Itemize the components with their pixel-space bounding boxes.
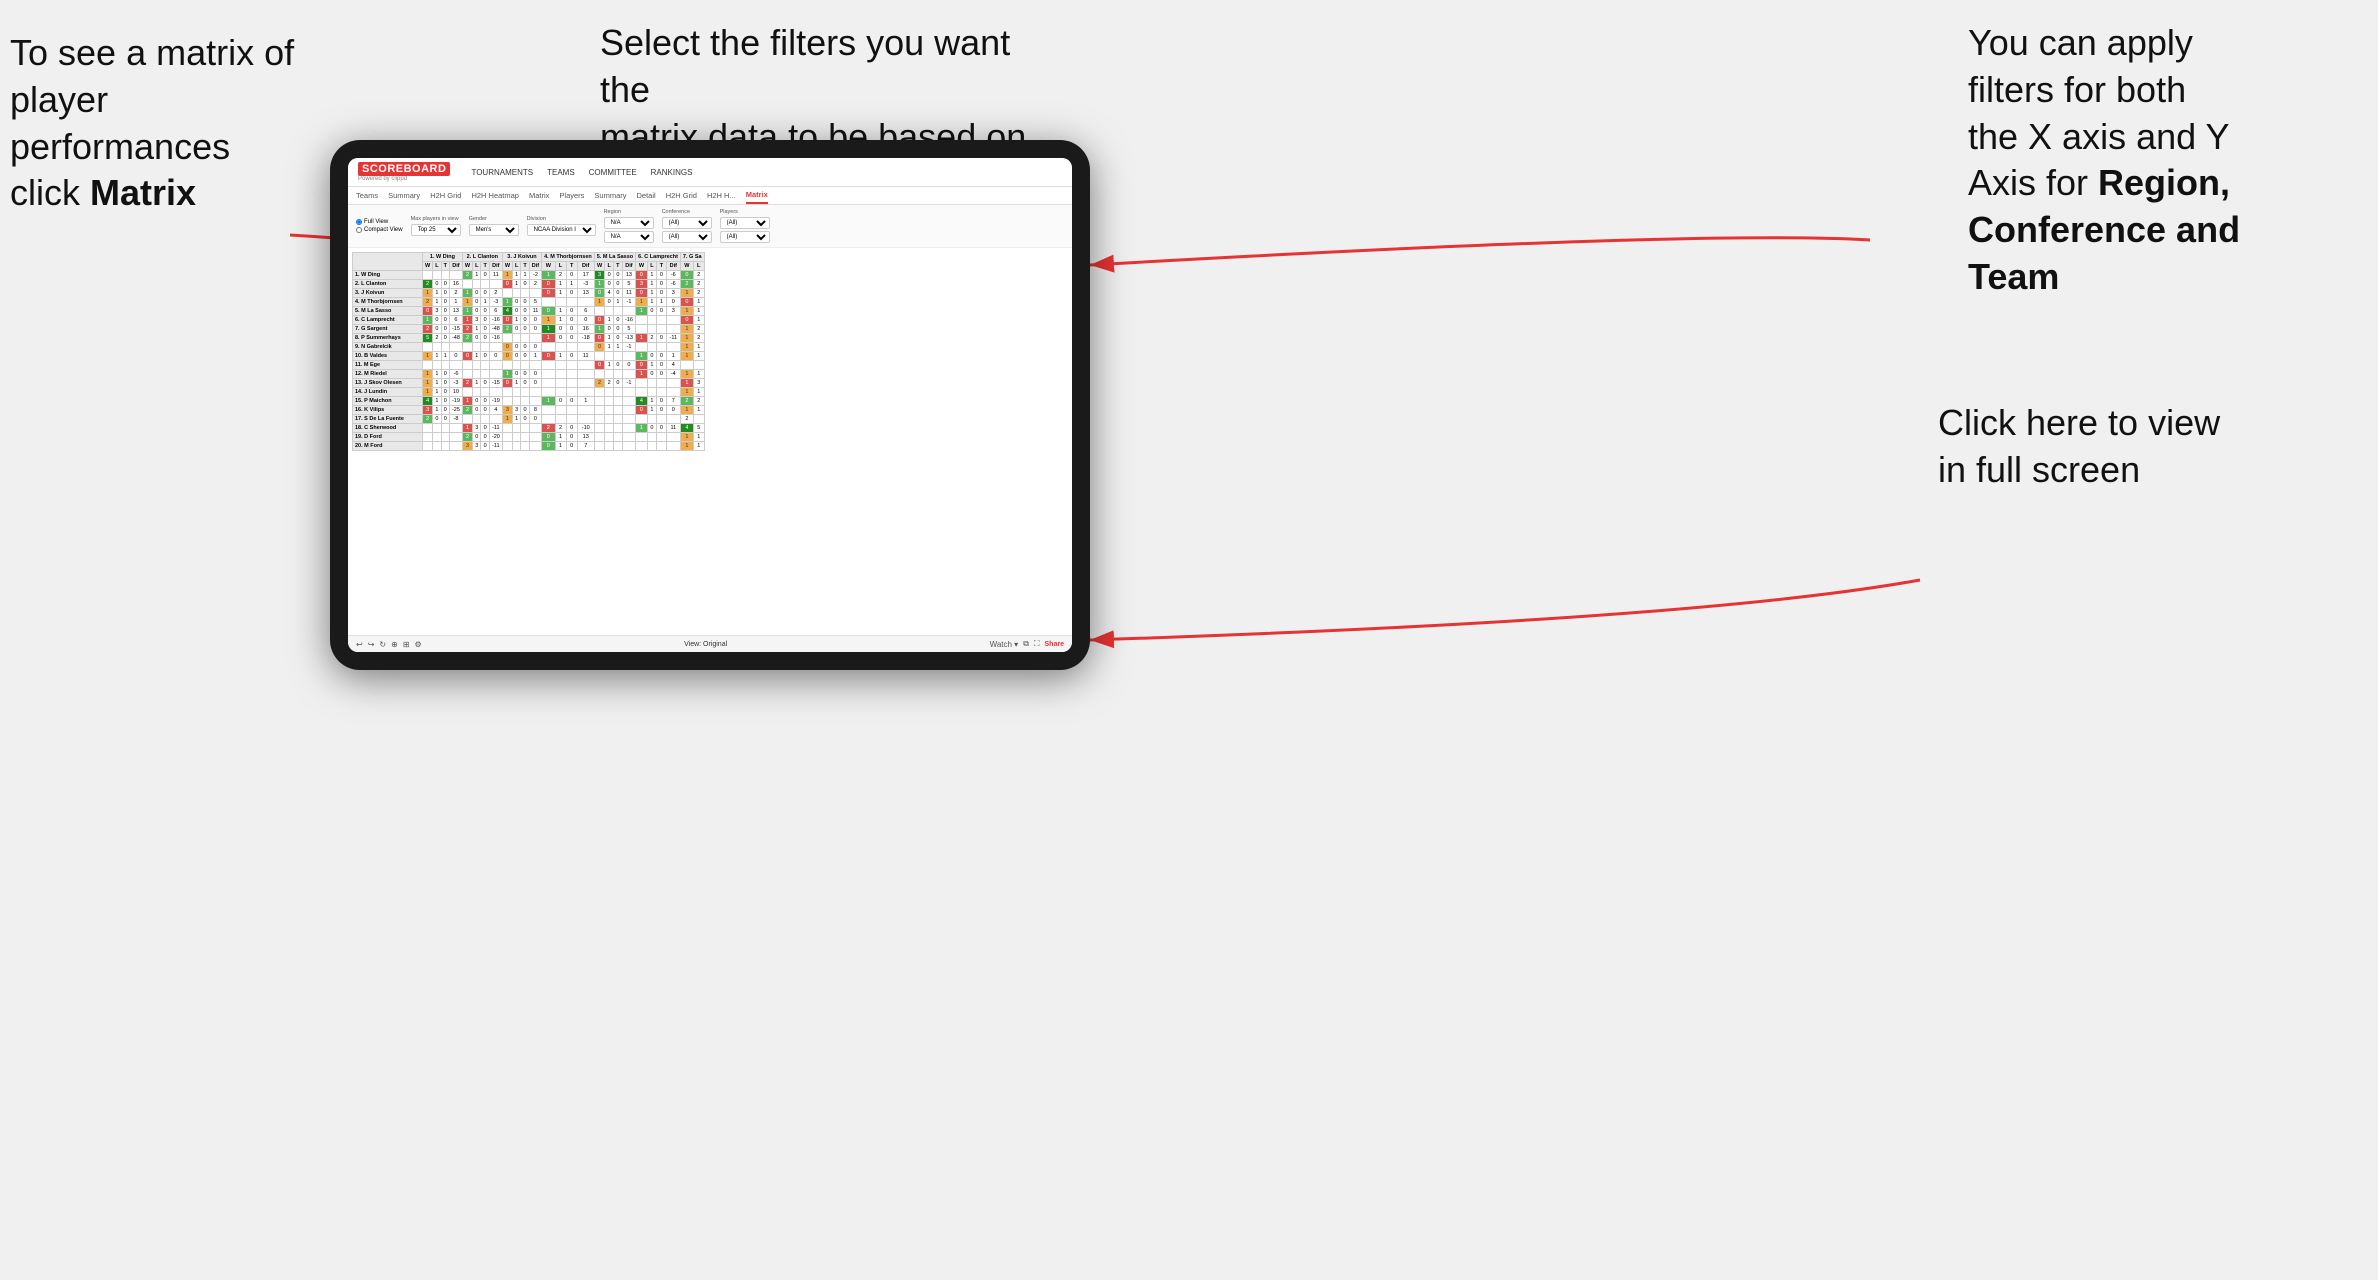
layout-icon[interactable]: ⧉	[1023, 639, 1029, 649]
table-row: 11. M Ege01000104	[353, 361, 705, 370]
table-row: 20. M Ford330-11010711	[353, 442, 705, 451]
logo-powered: Powered by clippd	[358, 176, 450, 182]
table-row: 4. M Thorbjornsen2101101-31005101-111100…	[353, 298, 705, 307]
tab-h2h-grid[interactable]: H2H Grid	[430, 191, 461, 203]
table-row: 9. N Gabrelcik0000011-111	[353, 343, 705, 352]
table-row: 7. G Sargent200-15210-48200010016100512	[353, 325, 705, 334]
sub-tabs: Teams Summary H2H Grid H2H Heatmap Matri…	[348, 187, 1072, 205]
view-options: Full View Compact View	[356, 219, 403, 233]
col-header-6: 6. C Lamprecht	[636, 253, 681, 262]
watch-button[interactable]: Watch ▾	[990, 640, 1019, 649]
zoom-icon[interactable]: ⊕	[391, 640, 398, 649]
grid-icon[interactable]: ⊞	[403, 640, 410, 649]
region-select1[interactable]: N/A	[604, 217, 654, 229]
table-row: 3. J Koivun110210020101304011010312	[353, 289, 705, 298]
col-header-1: 1. W Ding	[423, 253, 463, 262]
col-header-5: 5. M La Sasso	[594, 253, 635, 262]
fullscreen-icon[interactable]: ⛶	[1034, 639, 1040, 649]
table-row: 15. P Maichon410-19100-191001410722	[353, 397, 705, 406]
share-button[interactable]: Share	[1045, 641, 1064, 648]
players-filter: Players (All) (All)	[720, 209, 770, 243]
tab-h2h-h[interactable]: H2H H...	[707, 191, 736, 203]
compact-view-radio[interactable]: Compact View	[356, 227, 403, 233]
tablet-screen: SCOREBOARD Powered by clippd TOURNAMENTS…	[348, 158, 1072, 652]
players-select1[interactable]: (All)	[720, 217, 770, 229]
table-row: 8. P Summerhays520-48200-16100-18010-131…	[353, 334, 705, 343]
nav-teams[interactable]: TEAMS	[547, 168, 575, 177]
division-select[interactable]: NCAA Division I	[527, 224, 596, 236]
gender-select[interactable]: Men's	[469, 224, 519, 236]
settings-icon[interactable]: ⚙	[415, 640, 422, 649]
table-row: 10. B Valdes11100100000101011100111	[353, 352, 705, 361]
col-header-empty	[353, 253, 423, 271]
gender-filter: Gender Men's	[469, 216, 519, 236]
nav-rankings[interactable]: RANKINGS	[651, 168, 693, 177]
conference-select1[interactable]: (All)	[662, 217, 712, 229]
tab-teams[interactable]: Teams	[356, 191, 378, 203]
conference-filter: Conference (All) (All)	[662, 209, 712, 243]
logo-scoreboard: SCOREBOARD	[358, 162, 450, 176]
col-header-3: 3. J Koivun	[502, 253, 541, 262]
bottom-toolbar: ↩ ↪ ↻ ⊕ ⊞ ⚙ View: Original Watch ▾ ⧉ ⛶ S…	[348, 635, 1072, 652]
region-filter: Region N/A N/A	[604, 209, 654, 243]
players-select2[interactable]: (All)	[720, 231, 770, 243]
table-row: 18. C Sherwood130-11220-101001145	[353, 424, 705, 433]
col-header-7: 7. G Sa	[680, 253, 704, 262]
toolbar-view-label: View: Original	[684, 641, 727, 648]
matrix-container[interactable]: 1. W Ding 2. L Clanton 3. J Koivun 4. M …	[348, 248, 1072, 635]
toolbar-right-icons: Watch ▾ ⧉ ⛶ Share	[990, 639, 1064, 649]
tab-h2h-grid2[interactable]: H2H Grid	[666, 191, 697, 203]
max-players-filter: Max players in view Top 25	[411, 216, 461, 236]
refresh-icon[interactable]: ↻	[379, 640, 386, 649]
nav-bar: SCOREBOARD Powered by clippd TOURNAMENTS…	[348, 158, 1072, 187]
col-header-4: 4. M Thorbjornsen	[542, 253, 595, 262]
tablet-device: SCOREBOARD Powered by clippd TOURNAMENTS…	[330, 140, 1090, 670]
nav-tournaments[interactable]: TOURNAMENTS	[471, 168, 533, 177]
region-select2[interactable]: N/A	[604, 231, 654, 243]
tab-matrix-active[interactable]: Matrix	[746, 190, 768, 204]
table-row: 16. K Vilips310-2520043308010011	[353, 406, 705, 415]
tab-summary[interactable]: Summary	[388, 191, 420, 203]
tab-matrix[interactable]: Matrix	[529, 191, 549, 203]
full-view-radio[interactable]: Full View	[356, 219, 403, 225]
table-row: 14. J Lundin1101011	[353, 388, 705, 397]
table-row: 13. J Skov Olesen110-3210-150100220-113	[353, 379, 705, 388]
nav-committee[interactable]: COMMITTEE	[589, 168, 637, 177]
tab-h2h-heatmap[interactable]: H2H Heatmap	[471, 191, 519, 203]
division-filter: Division NCAA Division I	[527, 216, 596, 236]
filter-row: Full View Compact View Max players in vi…	[348, 205, 1072, 248]
annotation-right: You can apply filters for both the X axi…	[1968, 20, 2348, 301]
table-row: 12. M Riedel110-61000100-411	[353, 370, 705, 379]
conference-select2[interactable]: (All)	[662, 231, 712, 243]
tab-summary2[interactable]: Summary	[594, 191, 626, 203]
table-row: 6. C Lamprecht1006130-1601001100010-1601	[353, 316, 705, 325]
redo-icon[interactable]: ↪	[368, 640, 375, 649]
col-header-2: 2. L Clanton	[462, 253, 502, 262]
table-row: 5. M La Sasso030131006400110106100311	[353, 307, 705, 316]
undo-icon[interactable]: ↩	[356, 640, 363, 649]
matrix-table: 1. W Ding 2. L Clanton 3. J Koivun 4. M …	[352, 252, 705, 451]
annotation-bottom-right: Click here to view in full screen	[1938, 400, 2318, 494]
tab-detail[interactable]: Detail	[637, 191, 656, 203]
table-row: 2. L Clanton200160102011-31005310-622	[353, 280, 705, 289]
annotation-left: To see a matrix of player performances c…	[10, 30, 330, 217]
matrix-body: 1. W Ding21011111-21201730013010-6022. L…	[353, 271, 705, 451]
logo-area: SCOREBOARD Powered by clippd	[358, 162, 450, 182]
table-row: 17. S De La Fuente200-811002	[353, 415, 705, 424]
toolbar-left-icons: ↩ ↪ ↻ ⊕ ⊞ ⚙	[356, 640, 422, 649]
table-row: 1. W Ding21011111-21201730013010-602	[353, 271, 705, 280]
tab-players[interactable]: Players	[559, 191, 584, 203]
table-row: 19. D Ford200-200101311	[353, 433, 705, 442]
max-players-select[interactable]: Top 25	[411, 224, 461, 236]
